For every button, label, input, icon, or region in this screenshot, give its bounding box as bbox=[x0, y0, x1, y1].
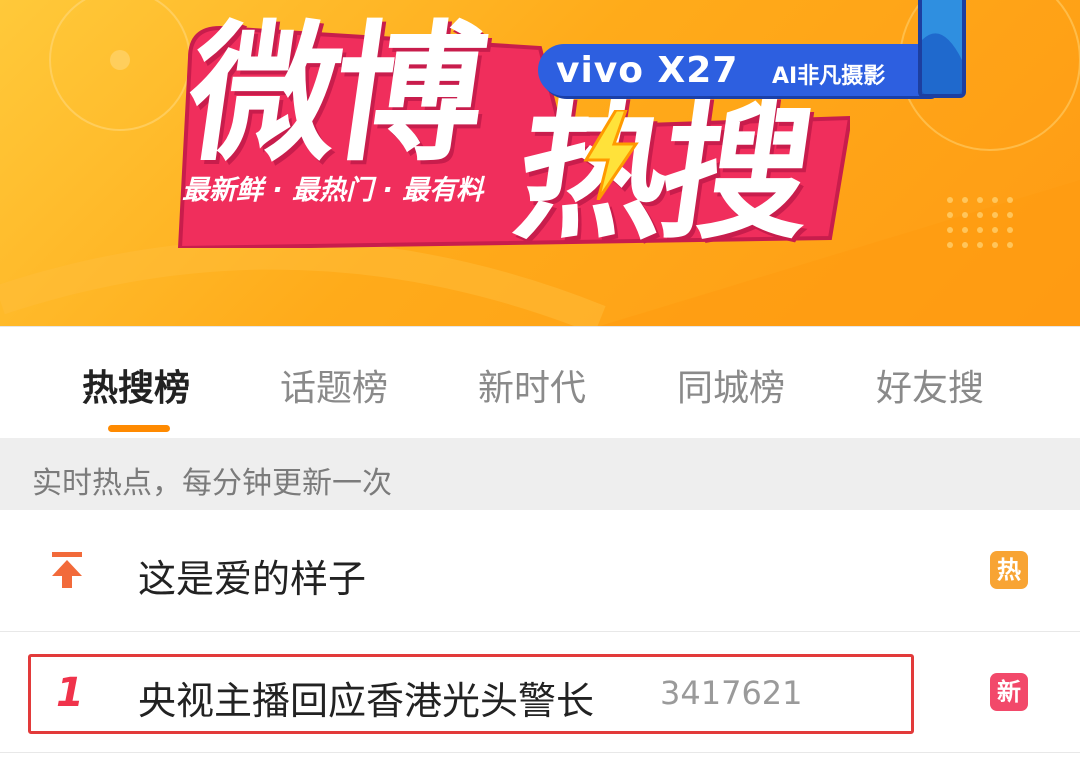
tab-local[interactable]: 同城榜 bbox=[677, 359, 785, 411]
realtime-notice-text: 实时热点，每分钟更新一次 bbox=[32, 466, 392, 501]
ad-brand-text: vivo X27 bbox=[556, 50, 739, 91]
hot-search-banner[interactable]: 微博 热搜 最新鲜 · 最热门 · 最有料 vivo X27 AI非凡摄影 bbox=[0, 0, 1080, 326]
ad-tagline-text: AI非凡摄影 bbox=[772, 64, 886, 89]
realtime-notice-bar: 实时热点，每分钟更新一次 bbox=[0, 438, 1080, 510]
hot-badge: 热 bbox=[990, 551, 1028, 589]
active-tab-indicator bbox=[108, 425, 170, 432]
tab-friends[interactable]: 好友搜 bbox=[876, 359, 984, 411]
row-divider bbox=[0, 752, 1080, 753]
list-item-pinned[interactable]: 这是爱的样子 热 bbox=[0, 510, 1080, 630]
list-item-title[interactable]: 这是爱的样子 bbox=[138, 548, 366, 603]
banner-slogan: 最新鲜 · 最热门 · 最有料 bbox=[182, 175, 484, 206]
banner-title-weibo: 微博 bbox=[177, 8, 491, 182]
highlight-annotation-box bbox=[28, 654, 914, 734]
tab-hot-search[interactable]: 热搜榜 bbox=[82, 359, 190, 411]
lightning-bolt-icon bbox=[583, 110, 639, 200]
new-badge: 新 bbox=[990, 673, 1028, 711]
ranking-tabs: 热搜榜 话题榜 新时代 同城榜 好友搜 bbox=[0, 326, 1080, 439]
tab-topics[interactable]: 话题榜 bbox=[280, 359, 388, 411]
banner-title-hot-search: 热搜 bbox=[505, 86, 819, 260]
tab-new-era[interactable]: 新时代 bbox=[478, 359, 586, 411]
weibo-hot-search-page: 微博 热搜 最新鲜 · 最热门 · 最有料 vivo X27 AI非凡摄影 热搜… bbox=[0, 0, 1080, 774]
phone-icon bbox=[918, 0, 966, 98]
pin-top-arrow-icon bbox=[52, 552, 82, 588]
